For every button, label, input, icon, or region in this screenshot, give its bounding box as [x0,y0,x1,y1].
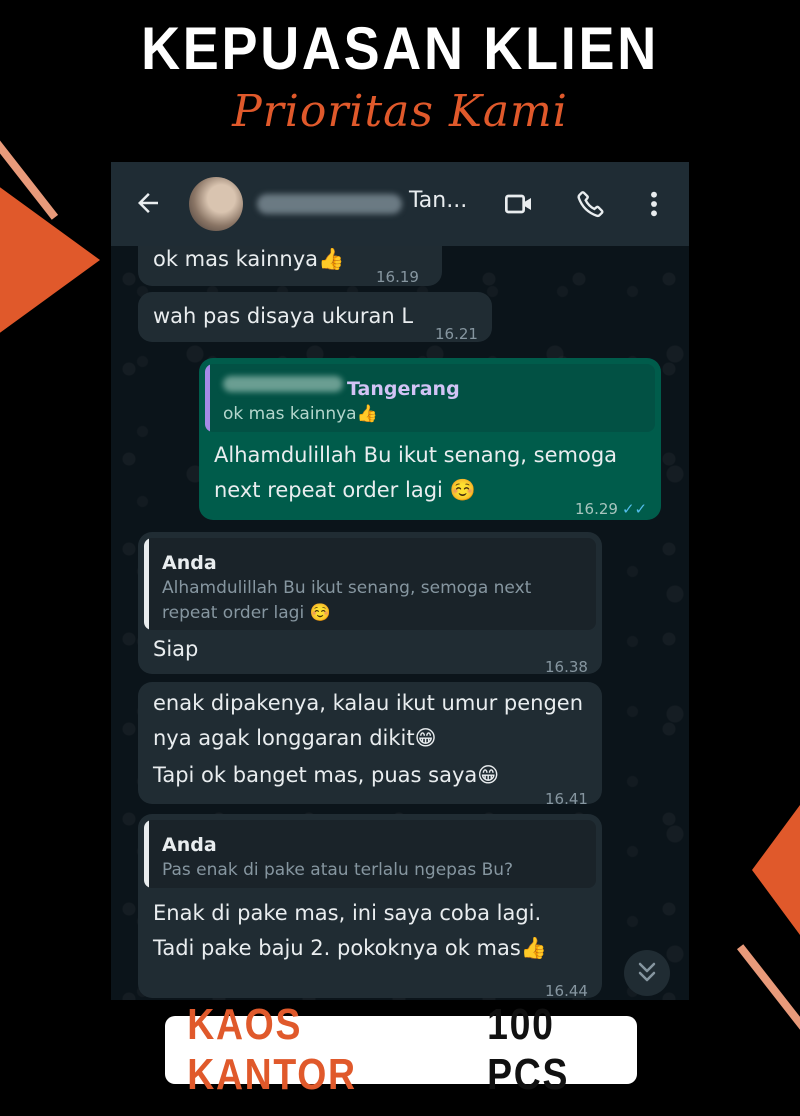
contact-avatar[interactable] [189,177,243,231]
message-time: 16.29 [575,500,618,518]
message-text: Siap [153,637,199,661]
back-arrow-icon[interactable] [133,188,163,218]
voice-call-icon[interactable] [575,188,607,220]
message-text: Enak di pake mas, ini saya coba lagi. [153,901,542,925]
outgoing-message[interactable]: Tangerang ok mas kainnya👍 Alhamdulillah … [199,358,661,520]
quote-accent-bar [205,364,210,432]
incoming-message[interactable]: Anda Alhamdulillah Bu ikut senang, semog… [138,532,602,676]
product-badge: KAOS KANTOR 100 PCS [165,1000,637,1099]
incoming-message[interactable]: enak dipakenya, kalau ikut umur pengen n… [138,682,602,808]
message-text: wah pas disaya ukuran L [153,304,414,328]
message-text: ok mas kainnya👍 [153,247,345,271]
more-options-icon[interactable] [641,188,667,220]
message-time: 16.38 [545,658,588,676]
read-receipt-icon: ✓✓ [621,500,648,518]
decorative-stripe-right [736,944,800,1036]
quoted-reply[interactable]: Anda Pas enak di pake atau terlalu ngepa… [144,820,596,888]
quoted-text: Alhamdulillah Bu ikut senang, semoga nex… [162,578,532,598]
message-text: nya agak longgaran dikit😁 [153,726,437,750]
quoted-reply[interactable]: Tangerang ok mas kainnya👍 [205,364,655,432]
message-text: next repeat order lagi ☺️ [214,478,476,502]
chevron-double-down-icon [638,962,656,982]
chat-screenshot: Tan... ok mas kainnya👍 16.19 wah pas dis… [111,162,689,1000]
message-text: Tapi ok banget mas, puas saya😁 [153,763,500,787]
decorative-diamond-right [752,805,800,935]
incoming-message[interactable]: Anda Pas enak di pake atau terlalu ngepa… [138,814,602,1000]
message-time: 16.21 [435,325,478,343]
quoted-name-redacted [223,376,343,392]
chat-header: Tan... [111,162,689,246]
contact-name[interactable]: Tan... [409,188,467,213]
message-text: Tadi pake baju 2. pokoknya ok mas👍 [153,936,547,960]
poster-subheadline: Prioritas Kami [232,86,568,137]
quoted-text: Pas enak di pake atau terlalu ngepas Bu? [162,860,514,880]
message-text: Alhamdulillah Bu ikut senang, semoga [214,443,618,467]
message-text: enak dipakenya, kalau ikut umur pengen [153,691,584,715]
quoted-reply[interactable]: Anda Alhamdulillah Bu ikut senang, semog… [144,538,596,630]
quote-accent-bar [144,538,149,630]
message-time: 16.19 [376,268,419,286]
quoted-text: ok mas kainnya👍 [223,404,378,424]
message-time: 16.44 [545,982,588,1000]
scroll-to-bottom-button[interactable] [624,950,670,996]
badge-quantity: 100 PCS [487,1000,570,1099]
badge-product: KAOS KANTOR [187,1000,357,1099]
poster-headline: KEPUASAN KLIEN [141,15,659,82]
contact-name-redacted [257,194,402,214]
video-call-icon[interactable] [503,188,535,220]
message-time-row: 16.29 ✓✓ [575,492,647,527]
quote-accent-bar [144,820,149,888]
quoted-text: repeat order lagi ☺️ [162,603,331,623]
incoming-message[interactable]: wah pas disaya ukuran L 16.21 [138,292,492,343]
message-time: 16.41 [545,790,588,808]
